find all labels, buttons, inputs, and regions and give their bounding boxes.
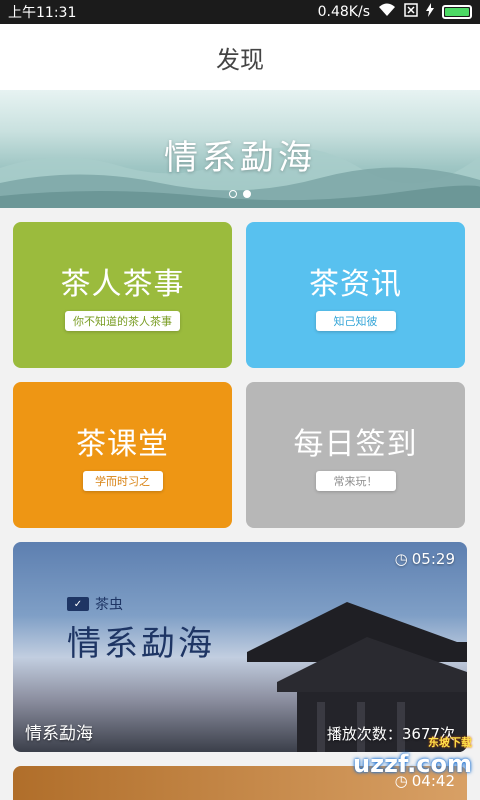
tile-tea-people[interactable]: 茶人茶事 你不知道的茶人茶事 bbox=[13, 222, 232, 368]
temple-illustration bbox=[247, 602, 467, 752]
tile-title: 茶资讯 bbox=[309, 267, 402, 302]
video-duration: ◷ 05:29 bbox=[395, 550, 455, 568]
status-bar: 上午11:31 0.48K/s bbox=[0, 0, 480, 24]
video-caption: 情系勐海 bbox=[25, 724, 93, 744]
banner-carousel[interactable]: 情系勐海 bbox=[0, 90, 480, 208]
carousel-dot[interactable] bbox=[229, 190, 237, 198]
banner-title: 情系勐海 bbox=[164, 138, 316, 178]
tile-tea-class[interactable]: 茶课堂 学而时习之 bbox=[13, 382, 232, 528]
brand-logo-icon: ✓ bbox=[67, 597, 89, 611]
duration-text: 05:29 bbox=[411, 550, 455, 568]
carousel-indicator bbox=[0, 190, 480, 198]
video-brand: ✓ 茶虫 bbox=[67, 594, 123, 614]
clock-icon: ◷ bbox=[394, 550, 408, 568]
site-watermark: 东坡下载 uzzf.com bbox=[353, 734, 472, 778]
tile-tag: 常来玩！ bbox=[315, 471, 396, 491]
network-speed: 0.48K/s bbox=[317, 4, 370, 20]
tile-tag: 你不知道的茶人茶事 bbox=[65, 311, 180, 331]
brand-name: 茶虫 bbox=[95, 597, 123, 613]
tile-tea-news[interactable]: 茶资讯 知己知彼 bbox=[246, 222, 465, 368]
carousel-dot-active[interactable] bbox=[243, 190, 251, 198]
status-time: 上午11:31 bbox=[8, 5, 77, 21]
sim-icon bbox=[404, 3, 418, 21]
tile-tag: 知己知彼 bbox=[315, 311, 396, 331]
tile-tag: 学而时习之 bbox=[82, 471, 163, 491]
page-title: 发现 bbox=[0, 24, 480, 90]
tile-title: 每日签到 bbox=[293, 427, 418, 462]
category-grid: 茶人茶事 你不知道的茶人茶事 茶资讯 知己知彼 茶课堂 学而时习之 每日签到 常… bbox=[0, 222, 480, 528]
charging-icon bbox=[426, 3, 434, 21]
tile-daily-checkin[interactable]: 每日签到 常来玩！ bbox=[246, 382, 465, 528]
tile-title: 茶课堂 bbox=[76, 427, 169, 462]
wifi-icon bbox=[378, 3, 396, 21]
tile-title: 茶人茶事 bbox=[60, 267, 185, 302]
watermark-text: uzzf.com bbox=[353, 750, 472, 778]
video-card[interactable]: ✓ 茶虫 情系勐海 ◷ 05:29 情系勐海 播放次数：3677次 bbox=[13, 542, 467, 752]
video-title-overlay: 情系勐海 bbox=[67, 624, 215, 664]
watermark-sub: 东坡下载 bbox=[428, 736, 472, 749]
battery-icon bbox=[442, 5, 472, 19]
